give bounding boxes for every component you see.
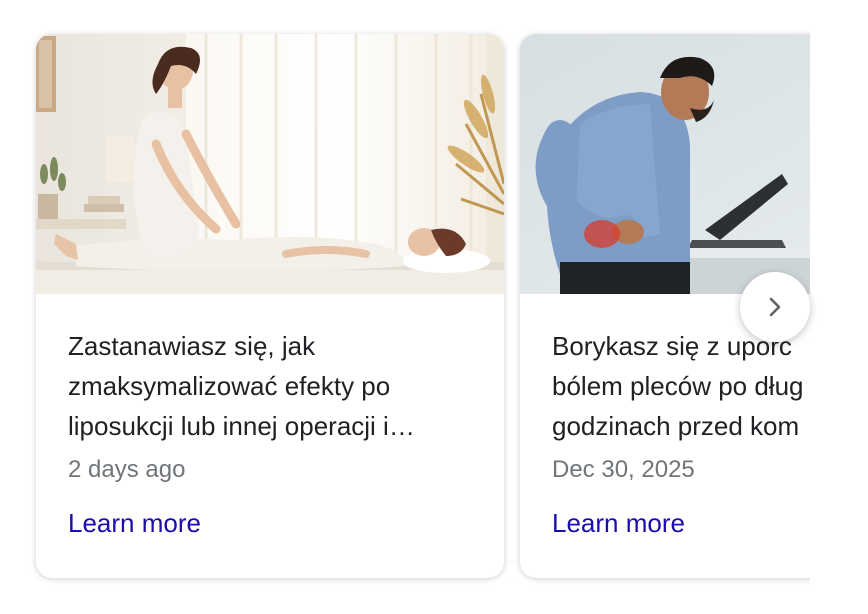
article-date: 2 days ago [68, 456, 186, 483]
back-pain-office-image [520, 34, 810, 294]
article-card[interactable]: Zastanawiasz się, jak zmaksymalizować ef… [36, 34, 504, 578]
carousel-viewport: Zastanawiasz się, jak zmaksymalizować ef… [0, 0, 810, 614]
article-title[interactable]: Zastanawiasz się, jak zmaksymalizować ef… [68, 326, 480, 446]
carousel-next-button[interactable] [740, 272, 810, 342]
learn-more-link[interactable]: Learn more [552, 506, 685, 540]
article-title-line: godzinach przed kom [552, 411, 800, 441]
article-card-body: Borykasz się z uporc bólem pleców po dłu… [552, 326, 810, 540]
article-title[interactable]: Borykasz się z uporc bólem pleców po dłu… [552, 326, 810, 446]
article-carousel: Zastanawiasz się, jak zmaksymalizować ef… [0, 0, 868, 614]
article-thumbnail-massage[interactable] [36, 34, 504, 294]
article-title-line: bólem pleców po dług [552, 371, 804, 401]
learn-more-link[interactable]: Learn more [68, 506, 201, 540]
article-card-body: Zastanawiasz się, jak zmaksymalizować ef… [68, 326, 480, 540]
article-date: Dec 30, 2025 [552, 456, 695, 483]
massage-therapy-image [36, 34, 504, 294]
chevron-right-icon [769, 297, 781, 317]
article-thumbnail-back-pain[interactable] [520, 34, 810, 294]
